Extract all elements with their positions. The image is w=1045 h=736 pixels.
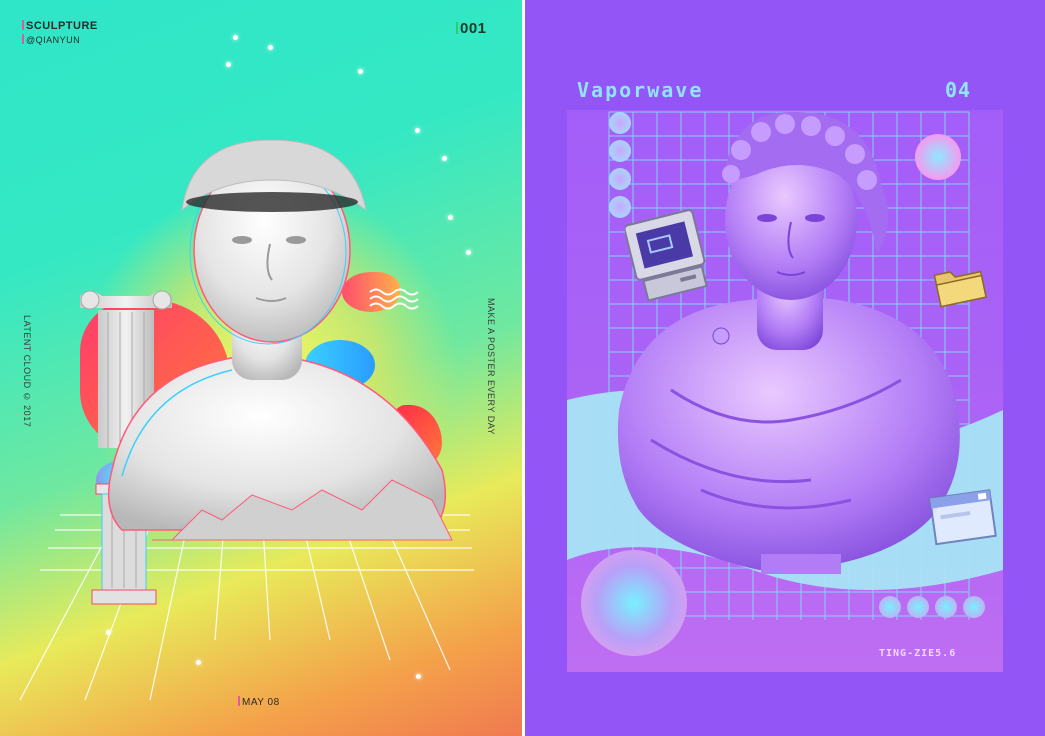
left-poster: SCULPTURE @QIANYUN 001 LATENT CLOUD © 20… — [0, 0, 522, 736]
window-icon — [929, 489, 997, 546]
poster-title: Vaporwave — [577, 78, 704, 102]
sparkle-dot — [106, 630, 111, 635]
sparkle-dot — [233, 35, 238, 40]
poster-date: MAY 08 — [238, 696, 280, 708]
white-bust — [107, 140, 453, 541]
computer-icon — [625, 209, 708, 302]
poster-number: 001 — [456, 20, 487, 37]
side-caption-right: MAKE A POSTER EVERY DAY — [486, 298, 496, 436]
poster-number: 04 — [945, 78, 972, 102]
signature: TING-ZIE5.6 — [879, 648, 957, 659]
sparkle-dot — [416, 674, 421, 679]
sparkle-dot — [466, 250, 471, 255]
sparkle-dot — [442, 156, 447, 161]
small-orb — [935, 596, 957, 618]
side-caption-left: LATENT CLOUD © 2017 — [22, 315, 32, 428]
small-orb — [963, 596, 985, 618]
sparkle-dot — [196, 660, 201, 665]
sparkle-dot — [268, 45, 273, 50]
sparkle-dot — [415, 128, 420, 133]
right-poster: Vaporwave 04 TING-ZIE5.6 — [525, 0, 1045, 736]
author-handle: @QIANYUN — [22, 34, 80, 45]
small-orb — [879, 596, 901, 618]
small-orb — [907, 596, 929, 618]
folder-icon — [933, 270, 987, 308]
sparkle-dot — [226, 62, 231, 67]
sparkle-dot — [358, 69, 363, 74]
poster-title: SCULPTURE — [22, 20, 98, 32]
sparkle-dot — [448, 215, 453, 220]
purple-bust — [617, 111, 960, 574]
